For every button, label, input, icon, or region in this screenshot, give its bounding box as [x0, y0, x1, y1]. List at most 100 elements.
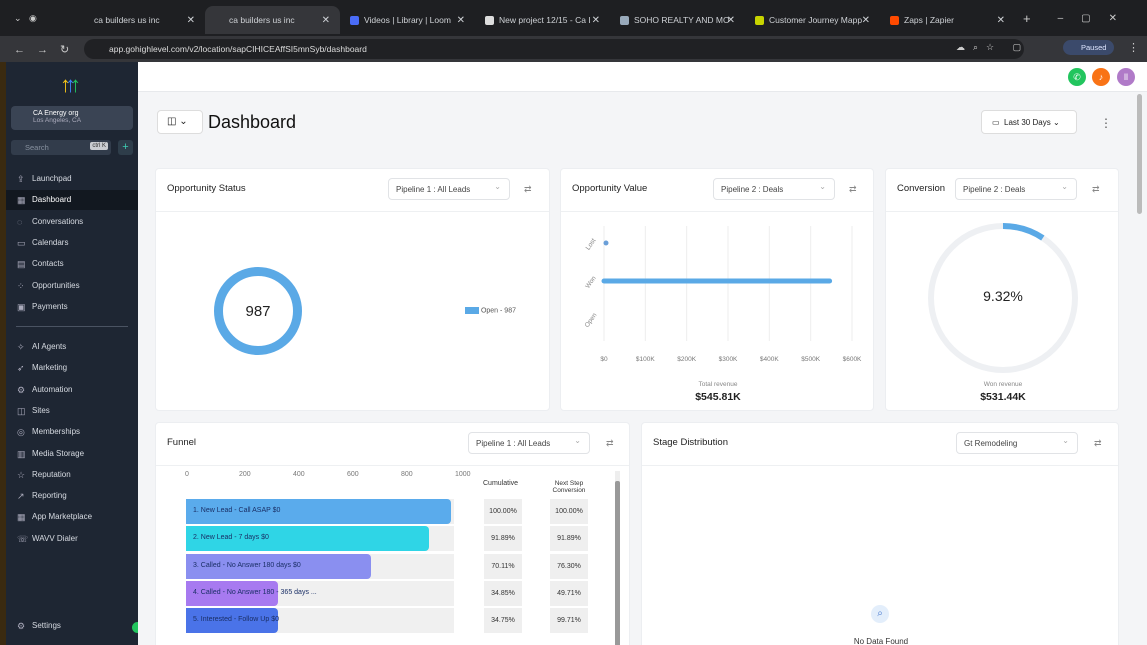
sidebar-item-memberships[interactable]: ◎ Memberships — [6, 422, 138, 442]
funnel-row: 2. New Lead - 7 days $0 — [186, 526, 454, 552]
top-header: ✆ ♪ ll — [138, 62, 1147, 92]
filter-icon[interactable]: ⇄ — [606, 438, 614, 449]
nav-label: App Marketplace — [32, 512, 93, 522]
funnel-axis-label: 800 — [401, 471, 413, 478]
user-avatar[interactable]: ll — [1117, 68, 1135, 86]
sidebar-item-ai-agents[interactable]: ✧ AI Agents — [6, 337, 138, 357]
close-tab-icon[interactable]: ✕ — [592, 15, 600, 26]
sidebar-item-automation[interactable]: ⚙ Automation — [6, 380, 138, 400]
more-options-icon[interactable]: ⋮ — [1100, 116, 1112, 130]
pipeline-select[interactable]: Pipeline 2 : Deals — [713, 178, 835, 200]
funnel-row: 1. New Lead - Call ASAP $0 — [186, 499, 454, 524]
notification-icon[interactable]: ♪ — [1092, 68, 1110, 86]
funnel-bar-label: 5. Interested - Follow Up $0 — [193, 616, 279, 624]
funnel-row: 5. Interested - Follow Up $0 — [186, 608, 454, 634]
new-tab-button[interactable]: + — [1023, 11, 1031, 26]
card-title: Opportunity Status — [167, 183, 246, 194]
pipeline-select[interactable]: Gt Remodeling — [956, 432, 1078, 454]
browser-tab[interactable]: Zaps | Zapier ✕ — [880, 6, 1015, 34]
browser-menu-icon[interactable]: ⋮ — [1128, 41, 1139, 54]
url-input[interactable]: app.gohighlevel.com/v2/location/sapCIHIC… — [84, 39, 1024, 59]
sidebar-item-app-marketplace[interactable]: ▦ App Marketplace — [6, 507, 138, 527]
funnel-scrollbar[interactable] — [615, 471, 620, 645]
x-tick-label: $500K — [801, 356, 820, 363]
nav-label: Dashboard — [32, 195, 72, 205]
quick-add-button[interactable]: + — [118, 140, 133, 155]
tab-favicon-icon — [350, 15, 359, 25]
funnel-bar[interactable]: 2. New Lead - 7 days $0 — [186, 526, 430, 552]
legend-item[interactable]: Open - 987 — [465, 307, 516, 314]
funnel-bar-label: 1. New Lead - Call ASAP $0 — [193, 507, 281, 514]
filter-icon[interactable]: ⇄ — [1092, 184, 1100, 195]
view-switcher-button[interactable]: ◫ ⌄ — [157, 110, 203, 134]
sidebar-item-settings[interactable]: ⚙ Settings — [6, 616, 138, 636]
won-value: $531.44K — [980, 391, 1026, 403]
funnel-bar[interactable]: 4. Called - No Answer 180 - 365 days ... — [186, 580, 317, 606]
sidebar-item-payments[interactable]: ▣ Payments — [6, 297, 138, 317]
nav-label: Contacts — [32, 259, 64, 269]
next-step-value: 49.71% — [550, 580, 588, 606]
funnel-bar[interactable]: 1. New Lead - Call ASAP $0 — [186, 499, 451, 524]
nav-label: Memberships — [32, 427, 81, 437]
close-tab-icon[interactable]: ✕ — [322, 15, 330, 26]
pipeline-select[interactable]: Pipeline 1 : All Leads — [468, 432, 590, 454]
profile-button[interactable]: Paused — [1063, 40, 1115, 55]
y-tick-label: Won — [584, 275, 598, 290]
nav-buttons[interactable]: ←→↻ — [14, 43, 81, 56]
sidebar-item-dashboard[interactable]: ▦ Dashboard — [6, 190, 138, 211]
empty-search-icon: ⌕ — [871, 605, 889, 623]
pipeline-select[interactable]: Pipeline 2 : Deals — [955, 178, 1077, 200]
nav-label: Media Storage — [32, 448, 85, 458]
date-range-button[interactable]: ▭ Last 30 Days ⌄ — [981, 110, 1077, 134]
tab-title: Zaps | Zapier — [904, 15, 954, 25]
filter-icon[interactable]: ⇄ — [524, 184, 532, 195]
search-shortcut: ctrl K — [90, 142, 108, 150]
browser-tab[interactable]: SOHO REALTY AND MO ✕ — [610, 6, 745, 34]
nav-label: Sites — [32, 405, 50, 415]
sidebar-item-marketing[interactable]: ➶ Marketing — [6, 358, 138, 378]
cumulative-value: 34.75% — [484, 608, 522, 634]
cumulative-header: Cumulative — [483, 480, 519, 487]
funnel-bar[interactable]: 3. Called - No Answer 180 days $0 — [186, 553, 372, 579]
sidebar-item-wavv-dialer[interactable]: ☏ WAVV Dialer — [6, 529, 138, 549]
close-tab-icon[interactable]: ✕ — [862, 15, 870, 26]
window-controls[interactable]: –▢✕ — [1058, 13, 1135, 24]
sidebar-search[interactable]: Search ctrl K — [11, 140, 111, 155]
tab-search-icon[interactable]: ⌄ ◉ — [0, 13, 70, 24]
x-tick-label: $100K — [636, 356, 655, 363]
browser-tab[interactable]: New project 12/15 - Ca I ✕ — [475, 6, 610, 34]
page-scrollbar[interactable] — [1137, 94, 1142, 214]
sidebar-item-conversations[interactable]: ◌ Conversations — [6, 212, 138, 232]
browser-tab[interactable]: Videos | Library | Loom ✕ — [340, 6, 475, 34]
card-title: Conversion — [897, 183, 946, 194]
browser-actions-icon[interactable]: ☁⌕☆ ▢ — [956, 42, 1029, 53]
sidebar-item-launchpad[interactable]: ⇪ Launchpad — [6, 169, 138, 189]
filter-icon[interactable]: ⇄ — [849, 184, 857, 195]
phone-icon[interactable]: ✆ — [1068, 68, 1086, 86]
launchpad-icon: ⇪ — [17, 174, 25, 184]
filter-icon[interactable]: ⇄ — [1094, 438, 1102, 449]
sidebar-item-sites[interactable]: ◫ Sites — [6, 401, 138, 421]
sidebar-item-contacts[interactable]: ▤ Contacts — [6, 254, 138, 274]
pipeline-select[interactable]: Pipeline 1 : All Leads — [388, 178, 510, 200]
browser-tab[interactable]: ca builders us inc ✕ — [70, 6, 205, 34]
sidebar-item-reputation[interactable]: ☆ Reputation — [6, 465, 138, 485]
cumulative-value: 100.00% — [484, 499, 522, 524]
search-placeholder: Search — [25, 143, 49, 152]
close-tab-icon[interactable]: ✕ — [187, 15, 195, 26]
sidebar-item-calendars[interactable]: ▭ Calendars — [6, 233, 138, 253]
won-label: Won revenue — [983, 381, 1023, 388]
account-switcher[interactable]: CA Energy org Los Angeles, CA — [11, 106, 133, 130]
tab-favicon-icon — [485, 15, 494, 25]
close-tab-icon[interactable]: ✕ — [457, 15, 465, 26]
funnel-bar[interactable]: 5. Interested - Follow Up $0 — [186, 608, 279, 634]
sites-icon: ◫ — [17, 405, 26, 416]
point-lost[interactable] — [603, 240, 609, 246]
browser-tab[interactable]: Customer Journey Mapp ✕ — [745, 6, 880, 34]
close-tab-icon[interactable]: ✕ — [727, 15, 735, 26]
sidebar-item-opportunities[interactable]: ⁘ Opportunities — [6, 276, 138, 296]
sidebar-item-reporting[interactable]: ↗ Reporting — [6, 486, 138, 506]
close-tab-icon[interactable]: ✕ — [997, 15, 1005, 26]
browser-tab[interactable]: ca builders us inc ✕ — [205, 6, 340, 34]
sidebar-item-media-storage[interactable]: ▥ Media Storage — [6, 444, 138, 464]
